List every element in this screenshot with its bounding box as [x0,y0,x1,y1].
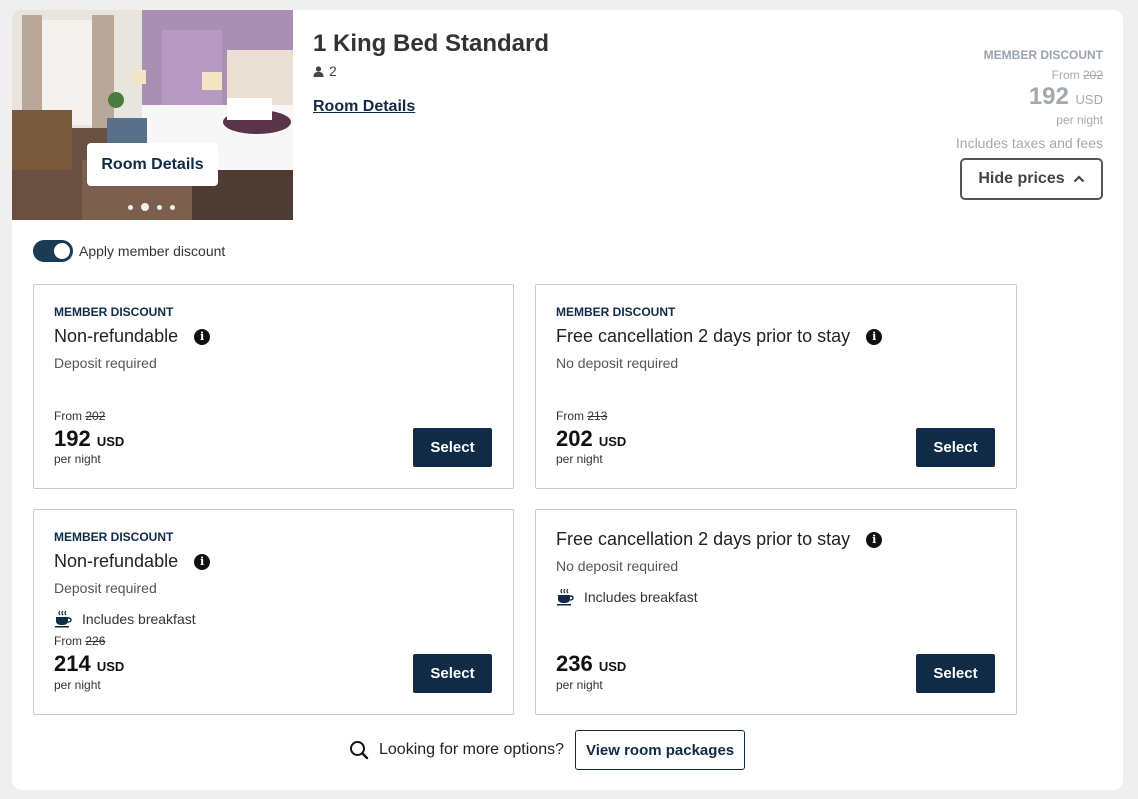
carousel-dot[interactable] [128,204,133,210]
room-photo-image [12,10,293,220]
rate-from-label: From [54,409,82,423]
select-button[interactable]: Select [916,654,995,693]
hide-prices-label: Hide prices [978,170,1065,187]
rate-currency: USD [96,659,125,674]
select-button[interactable]: Select [413,428,492,467]
rate-name: Non-refundable i [54,551,211,572]
rate-from: From 226 [54,634,105,648]
rate-per-night: per night [54,678,101,692]
rate-per-night: per night [556,678,603,692]
rate-card: MEMBER DISCOUNT Non-refundable i Deposit… [33,509,514,715]
summary-original-price: 202 [1082,68,1103,82]
rate-deposit: No deposit required [556,355,679,371]
rate-deposit: Deposit required [54,580,157,596]
rate-price: 236 USD [556,651,626,677]
summary-from: From 202 [956,68,1103,82]
rate-amount: 236 [556,651,593,676]
info-icon[interactable]: i [866,531,883,548]
info-icon[interactable]: i [194,328,211,345]
member-discount-label: Apply member discount [79,243,226,259]
rate-name: Free cancellation 2 days prior to stay i [556,529,883,550]
rate-from: From 202 [54,409,105,423]
rate-currency: USD [598,659,627,674]
select-button[interactable]: Select [916,428,995,467]
more-options-text: Looking for more options? [379,741,564,758]
summary-currency: USD [1075,92,1103,107]
rate-card: MEMBER DISCOUNT Non-refundable i Deposit… [33,284,514,489]
view-room-packages-button[interactable]: View room packages [575,730,746,770]
carousel-dot-active[interactable] [141,203,149,211]
room-details-link[interactable]: Room Details [313,98,415,116]
rate-name-text: Non-refundable [54,551,179,571]
rate-currency: USD [598,434,627,449]
rate-original-price: 226 [85,634,106,648]
rate-name-text: Free cancellation 2 days prior to stay [556,326,851,346]
coffee-icon [557,588,574,606]
rate-per-night: per night [556,452,603,466]
photo-room-details-button[interactable]: Room Details [87,143,218,186]
guest-count-value: 2 [329,63,337,79]
rate-amount: 214 [54,651,91,676]
room-photo[interactable]: Room Details [12,10,293,220]
info-icon[interactable]: i [194,553,211,570]
guest-count: 2 [313,63,337,79]
rate-breakfast: Includes breakfast [54,610,196,628]
summary-price: MEMBER DISCOUNT From 202 192 USD per nig… [956,48,1103,151]
room-card: Room Details 1 King Bed Standard 2 Room … [12,10,1123,790]
rate-badge: MEMBER DISCOUNT [54,305,174,319]
summary-amount-value: 192 [1028,83,1069,110]
rate-badge: MEMBER DISCOUNT [54,530,174,544]
hide-prices-button[interactable]: Hide prices [960,158,1103,200]
rate-badge: MEMBER DISCOUNT [556,305,676,319]
rate-deposit: No deposit required [556,558,679,574]
person-icon [313,65,324,77]
rate-name: Free cancellation 2 days prior to stay i [556,326,883,347]
summary-taxes-note: Includes taxes and fees [955,135,1103,151]
search-icon [350,741,369,760]
rate-breakfast: Includes breakfast [556,588,698,606]
rate-price: 214 USD [54,651,124,677]
summary-per-night: per night [1056,113,1103,127]
rate-breakfast-text: Includes breakfast [82,611,196,627]
rate-name-text: Free cancellation 2 days prior to stay [556,529,851,549]
chevron-up-icon [1073,175,1084,183]
member-discount-toggle[interactable] [33,240,73,262]
rate-card: MEMBER DISCOUNT Free cancellation 2 days… [535,284,1017,489]
summary-amount: 192 USD [956,83,1103,111]
summary-badge: MEMBER DISCOUNT [983,48,1103,62]
rate-price: 192 USD [54,426,124,452]
rate-original-price: 213 [587,409,608,423]
rate-name-text: Non-refundable [54,326,179,346]
rate-from-label: From [54,634,82,648]
rate-per-night: per night [54,452,101,466]
room-title: 1 King Bed Standard [313,30,550,57]
carousel-dot[interactable] [170,204,175,210]
rate-original-price: 202 [85,409,106,423]
rate-currency: USD [96,434,125,449]
rate-from: From 213 [556,409,607,423]
rate-amount: 192 [54,426,91,451]
rate-amount: 202 [556,426,593,451]
rate-from-label: From [556,409,584,423]
summary-from-label: From [1051,68,1080,82]
carousel-dots[interactable] [128,203,175,211]
rate-breakfast-text: Includes breakfast [584,589,698,605]
carousel-dot[interactable] [157,204,162,210]
info-icon[interactable]: i [866,328,883,345]
rate-name: Non-refundable i [54,326,211,347]
toggle-knob [54,243,70,259]
rate-price: 202 USD [556,426,626,452]
coffee-icon [55,610,72,628]
rate-card: Free cancellation 2 days prior to stay i… [535,509,1017,715]
member-discount-toggle-row: Apply member discount [33,240,225,262]
rate-deposit: Deposit required [54,355,157,371]
more-options-row: Looking for more options? View room pack… [349,730,746,770]
select-button[interactable]: Select [413,654,492,693]
